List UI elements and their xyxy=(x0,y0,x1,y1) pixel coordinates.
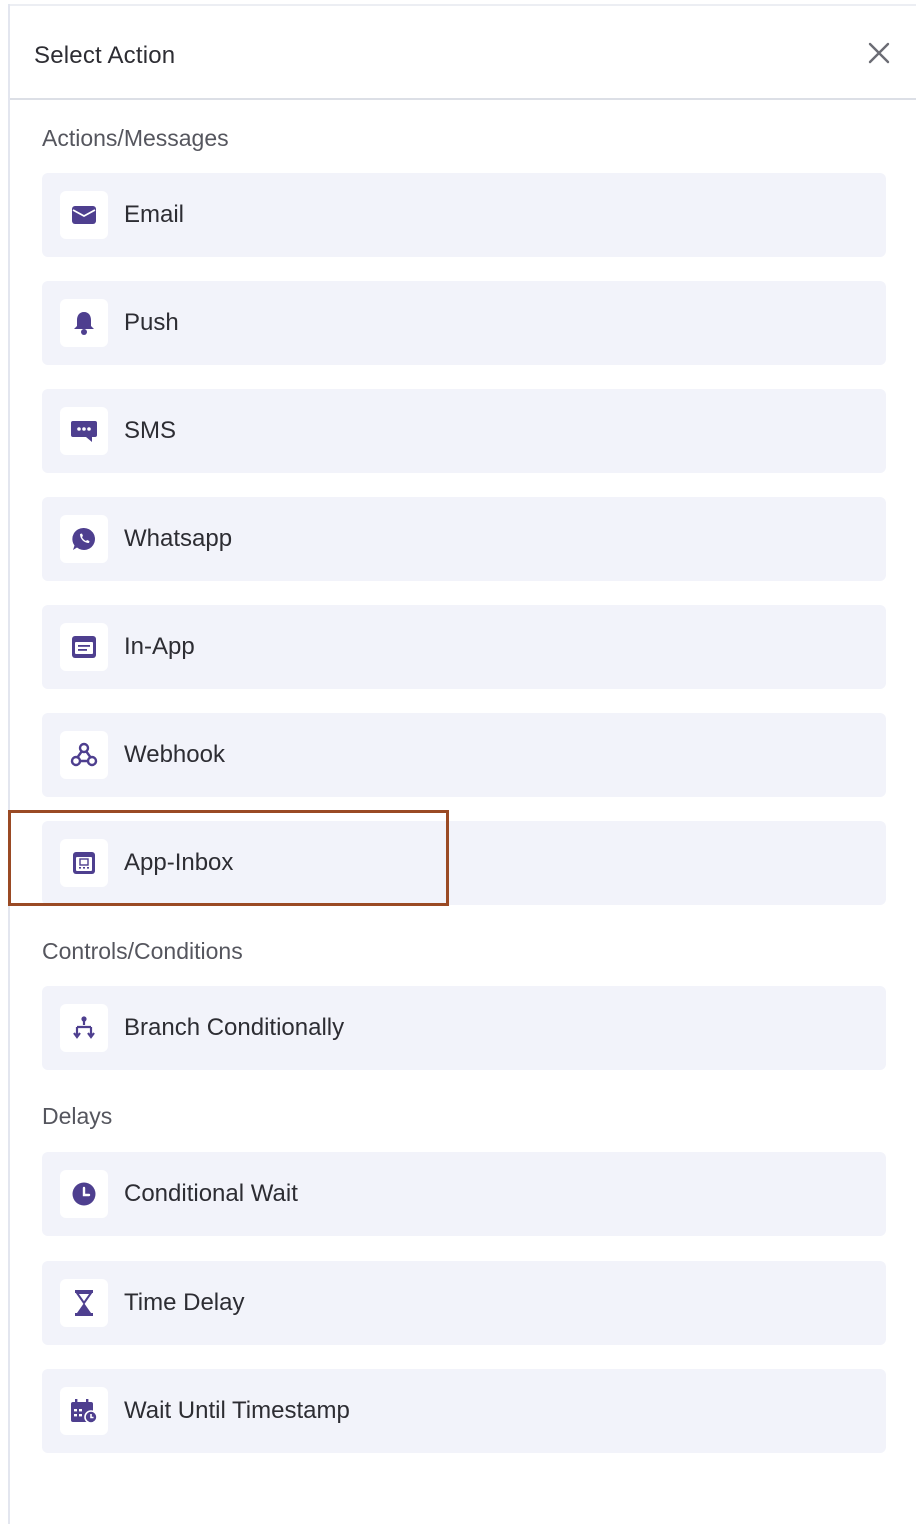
action-label-push: Push xyxy=(124,309,179,336)
action-item-webhook[interactable]: Webhook xyxy=(42,713,886,797)
action-item-sms[interactable]: SMS xyxy=(42,389,886,473)
close-icon[interactable] xyxy=(866,40,892,66)
action-item-in-app[interactable]: In-App xyxy=(42,605,886,689)
action-label-whatsapp: Whatsapp xyxy=(124,525,233,552)
action-label-time-delay: Time Delay xyxy=(124,1289,245,1316)
action-label-in-app: In-App xyxy=(124,633,195,660)
action-item-app-inbox[interactable]: App-Inbox xyxy=(42,821,886,905)
calendar-clock-icon xyxy=(60,1387,108,1435)
panel-title: Select Action xyxy=(34,42,176,69)
section-label-controls-conditions: Controls/Conditions xyxy=(42,938,243,964)
app-inbox-icon xyxy=(60,839,108,887)
webhook-icon xyxy=(60,731,108,779)
action-item-time-delay[interactable]: Time Delay xyxy=(42,1261,886,1345)
section-label-delays: Delays xyxy=(42,1103,113,1129)
bell-icon xyxy=(60,299,108,347)
action-label-sms: SMS xyxy=(124,417,177,444)
action-item-whatsapp[interactable]: Whatsapp xyxy=(42,497,886,581)
action-item-email[interactable]: Email xyxy=(42,173,886,257)
in-app-message-icon xyxy=(60,623,108,671)
action-item-conditional-wait[interactable]: Conditional Wait xyxy=(42,1152,886,1236)
action-label-app-inbox: App-Inbox xyxy=(124,849,234,876)
action-item-push[interactable]: Push xyxy=(42,281,886,365)
clock-icon xyxy=(60,1170,108,1218)
action-item-branch-conditionally[interactable]: Branch Conditionally xyxy=(42,986,886,1070)
section-label-actions-messages: Actions/Messages xyxy=(42,125,229,151)
action-item-wait-until-timestamp[interactable]: Wait Until Timestamp xyxy=(42,1369,886,1453)
select-action-panel: Select Action Actions/Messages Email Pus… xyxy=(0,0,916,1524)
chat-bubble-icon xyxy=(60,407,108,455)
envelope-icon xyxy=(60,191,108,239)
hourglass-icon xyxy=(60,1279,108,1327)
action-label-branch-conditionally: Branch Conditionally xyxy=(124,1014,345,1041)
panel-left-border xyxy=(8,4,10,1524)
panel-header: Select Action xyxy=(10,6,916,100)
action-label-email: Email xyxy=(124,201,185,228)
whatsapp-icon xyxy=(60,515,108,563)
branch-icon xyxy=(60,1004,108,1052)
action-label-conditional-wait: Conditional Wait xyxy=(124,1180,298,1207)
action-label-wait-until-timestamp: Wait Until Timestamp xyxy=(124,1397,350,1424)
action-label-webhook: Webhook xyxy=(124,741,225,768)
